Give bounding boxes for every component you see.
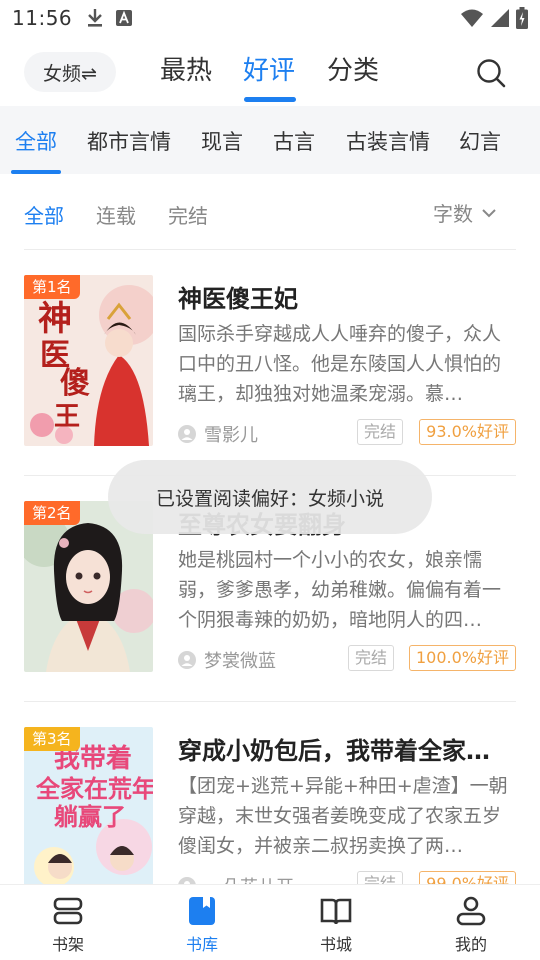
book-meta: 雪影儿 完结 93.0%好评 bbox=[178, 419, 516, 447]
nav-bookshelf-label: 书架 bbox=[51, 935, 84, 954]
status-badge: 完结 bbox=[357, 419, 404, 445]
book-description: 她是桃园村一个小小的农女，娘亲懦弱，爹爹愚孝，幼弟稚嫩。偏偏有着一个阴狠毒辣的奶… bbox=[178, 549, 502, 631]
book-cover-image: 我带着 全家在荒年 躺赢了 bbox=[24, 727, 153, 898]
genre-tab-urban-romance[interactable]: 都市言情 bbox=[87, 126, 171, 156]
bookstore-icon bbox=[320, 898, 352, 925]
tab-hot[interactable]: 最热 bbox=[160, 50, 212, 87]
filter-completed[interactable]: 完结 bbox=[168, 200, 208, 229]
filter-row: 全部 连载 完结 字数 bbox=[0, 174, 540, 250]
filter-ongoing[interactable]: 连载 bbox=[96, 200, 136, 229]
rating-badge: 100.0%好评 bbox=[408, 645, 516, 671]
nav-bookstore[interactable]: 书城 bbox=[286, 895, 386, 955]
svg-text:傻: 傻 bbox=[60, 366, 90, 401]
book-title[interactable]: 神医傻王妃 bbox=[178, 279, 516, 314]
book-author: 梦裳微蓝 bbox=[178, 647, 276, 673]
battery-icon bbox=[516, 7, 528, 29]
nav-bookshelf[interactable]: 书架 bbox=[18, 895, 118, 955]
genre-tab-ancient-romance[interactable]: 古言 bbox=[273, 126, 315, 156]
tab-category[interactable]: 分类 bbox=[327, 50, 379, 87]
rank-badge: 第1名 bbox=[24, 275, 80, 299]
font-icon bbox=[116, 10, 133, 26]
book-description: 国际杀手穿越成人人唾弃的傻子，众人口中的丑八怪。他是东陵国人人惧怕的璃王，却独独… bbox=[178, 323, 502, 405]
genre-tabs: 全部 都市言情 现言 古言 古装言情 幻言 bbox=[0, 106, 540, 174]
rating-badge: 93.0%好评 bbox=[419, 419, 516, 445]
svg-text:躺赢了: 躺赢了 bbox=[54, 803, 126, 831]
book-author: 雪影儿 bbox=[178, 421, 258, 447]
author-name: 梦裳微蓝 bbox=[204, 651, 276, 672]
download-icon bbox=[88, 9, 103, 27]
genre-tab-modern-romance[interactable]: 现言 bbox=[201, 126, 243, 156]
sort-label: 字数 bbox=[433, 202, 473, 226]
library-icon bbox=[189, 897, 215, 925]
book-item[interactable]: 神 医 傻 王 第1名 神医傻王妃 国际杀手穿越成人人唾弃的傻子，众人口中的丑八… bbox=[0, 275, 540, 475]
nav-library-label: 书库 bbox=[185, 935, 218, 954]
book-cover[interactable]: 神 医 傻 王 第1名 bbox=[24, 275, 153, 446]
author-icon bbox=[178, 651, 196, 669]
svg-text:神: 神 bbox=[38, 299, 72, 339]
book-cover-image: 神 医 傻 王 bbox=[24, 275, 153, 446]
nav-library[interactable]: 书库 bbox=[152, 895, 252, 955]
chevron-down-icon bbox=[482, 208, 496, 217]
wifi-icon bbox=[461, 9, 483, 27]
search-icon[interactable] bbox=[474, 56, 508, 90]
nav-profile-label: 我的 bbox=[454, 935, 487, 954]
status-bar: 11:56 bbox=[0, 0, 540, 36]
rank-badge: 第2名 bbox=[24, 501, 80, 525]
active-tab-indicator bbox=[244, 97, 296, 102]
divider bbox=[24, 701, 516, 702]
channel-switch-label: 女频⇌ bbox=[43, 62, 97, 85]
genre-tab-all[interactable]: 全部 bbox=[15, 126, 57, 156]
filter-all[interactable]: 全部 bbox=[24, 200, 64, 229]
book-cover[interactable]: 我带着 全家在荒年 躺赢了 第3名 bbox=[24, 727, 153, 898]
bottom-nav: 书架 书库 书城 我的 bbox=[0, 884, 540, 960]
tab-top-rated[interactable]: 好评 bbox=[243, 50, 295, 87]
genre-tab-costume-romance[interactable]: 古装言情 bbox=[346, 126, 430, 156]
author-name: 雪影儿 bbox=[204, 425, 258, 446]
divider bbox=[24, 249, 516, 250]
signal-icon bbox=[491, 9, 509, 27]
toast-message: 已设置阅读偏好：女频小说 bbox=[108, 460, 432, 534]
nav-bookstore-label: 书城 bbox=[319, 935, 352, 954]
book-description: 【团宠+逃荒+异能+种田+虐渣】一朝穿越，末世女强者姜晚变成了农家五岁傻闺女，并… bbox=[178, 775, 508, 857]
genre-tab-fantasy-romance[interactable]: 幻言 bbox=[459, 126, 501, 156]
channel-switch-button[interactable]: 女频⇌ bbox=[24, 52, 116, 92]
book-title[interactable]: 穿成小奶包后，我带着全家… bbox=[178, 731, 516, 766]
nav-profile[interactable]: 我的 bbox=[421, 895, 521, 955]
rank-badge: 第3名 bbox=[24, 727, 80, 751]
top-header: 女频⇌ 最热 好评 分类 bbox=[0, 36, 540, 106]
status-time: 11:56 bbox=[12, 6, 73, 30]
profile-icon bbox=[456, 896, 486, 926]
book-meta: 梦裳微蓝 完结 100.0%好评 bbox=[178, 645, 516, 673]
status-badge: 完结 bbox=[348, 645, 395, 671]
author-icon bbox=[178, 425, 196, 443]
svg-text:全家在荒年: 全家在荒年 bbox=[35, 775, 153, 803]
sort-dropdown[interactable]: 字数 bbox=[433, 198, 497, 227]
toast-text: 已设置阅读偏好：女频小说 bbox=[155, 487, 384, 510]
svg-text:王: 王 bbox=[54, 402, 80, 432]
bookshelf-icon bbox=[53, 897, 83, 925]
